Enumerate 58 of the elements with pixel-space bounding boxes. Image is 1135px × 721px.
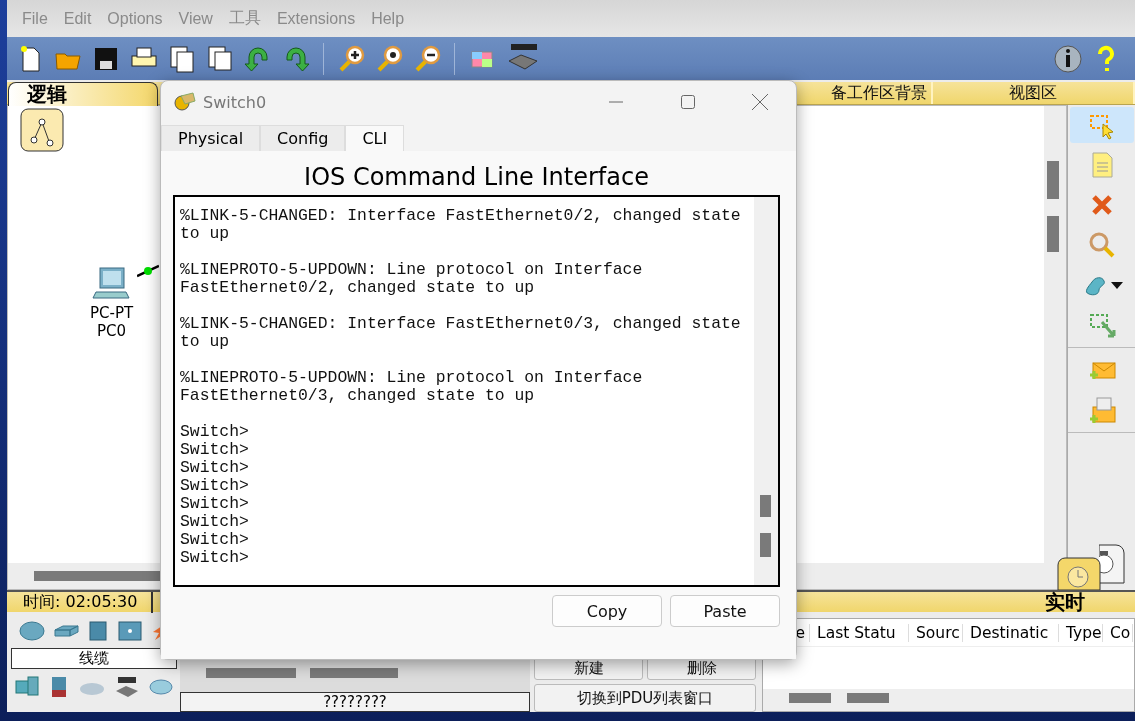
device-subcategory-label: ???????? [180,692,530,712]
scrollbar-thumb[interactable] [789,693,831,703]
device-name-label: PC0 [97,322,127,340]
tab[interactable]: Config [260,125,346,151]
console-prompt: Switch> [180,495,250,513]
column-header[interactable]: Co [1103,623,1133,642]
console-message: %LINK-5-CHANGED: Interface FastEthernet0/3, changed state to up [180,315,742,351]
scrollbar-thumb[interactable] [760,533,771,557]
dialog-button[interactable]: Paste [670,595,780,627]
dialog-button[interactable]: Copy [552,595,662,627]
pdu-list-toggle-button[interactable]: 切换到PDU列表窗口 [534,684,756,712]
column-header[interactable]: Last Statu [810,623,909,642]
column-header[interactable]: Type [1059,623,1103,642]
info-icon[interactable] [1053,43,1083,74]
device-category-label: 线缆 [10,648,177,669]
column-header[interactable]: Destinatic [963,623,1059,642]
window-title: Switch0 [203,92,267,112]
maximize-icon [680,94,696,110]
console-prompt: Switch> [180,477,250,495]
cli-console[interactable] [173,195,780,587]
close-icon [751,93,769,111]
realtime-mode-label: 实时 [1045,588,1085,616]
logical-tab[interactable]: 逻辑 [8,82,158,106]
hub-icon[interactable] [86,620,109,642]
scrollbar-thumb[interactable] [847,693,889,703]
console-scrollbar[interactable] [754,197,778,585]
tab[interactable]: CLI [345,125,405,151]
console-message: %LINK-5-CHANGED: Interface FastEthernet0/2, changed state to up [180,207,742,243]
caret-icon[interactable] [1110,280,1123,290]
router-icon[interactable] [18,620,45,642]
end-devices-icon[interactable] [13,675,40,699]
console-prompt: Switch> [180,531,250,549]
device-model-label: PC-PT [90,304,134,322]
scrollbar-thumb[interactable] [310,668,398,678]
minimize-icon [609,101,623,103]
console-prompt: Switch> [180,423,250,441]
column-header[interactable]: Sourc [909,623,963,642]
realtime-tab[interactable] [1057,557,1101,590]
console-message: %LINEPROTO-5-UPDOWN: Line protocol on Interface FastEthernet0/3, changed state to up [180,369,644,405]
scrollbar-thumb[interactable] [1047,216,1059,252]
scrollbar-thumb[interactable] [206,668,296,678]
time-display: 时间: 02:05:30 [7,591,153,613]
console-prompt: Switch> [180,549,250,567]
console-message: %LINEPROTO-5-UPDOWN: Line protocol on Interface FastEthernet0/2, changed state to up [180,261,644,297]
cli-heading: IOS Command Line Interface [303,162,650,193]
simulation-tab[interactable] [1099,544,1125,584]
logical-view-icon[interactable] [20,108,64,152]
console-prompt: Switch> [180,441,250,459]
console-prompt: Switch> [180,513,250,531]
copy-icon[interactable] [167,43,197,74]
wireless-icon[interactable] [116,620,143,642]
tab[interactable]: Physical [161,125,261,151]
paste-icon[interactable] [205,43,235,74]
link-line [137,264,159,278]
vertical-scrollbar[interactable] [1044,106,1066,589]
scrollbar-thumb[interactable] [760,495,771,517]
console-prompt: Switch> [180,459,250,477]
scrollbar-thumb[interactable] [1047,161,1059,199]
